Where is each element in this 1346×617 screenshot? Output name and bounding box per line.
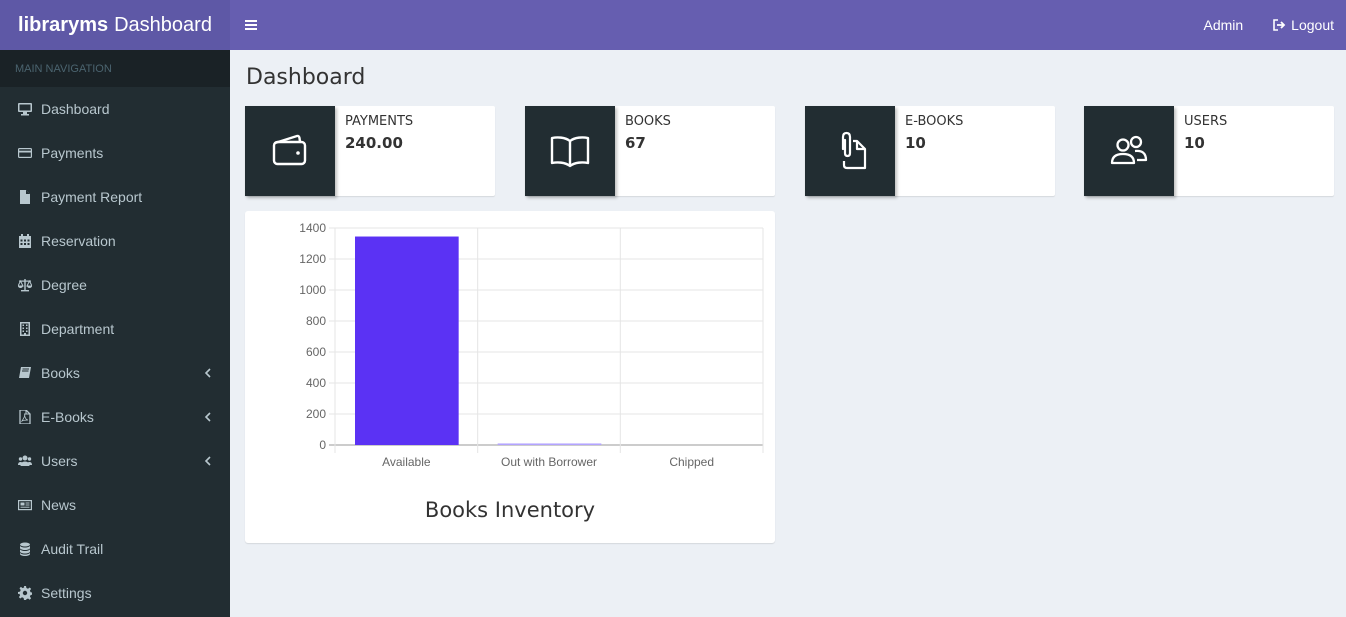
logo-text: Dashboard	[114, 13, 212, 36]
y-tick-label: 0	[319, 438, 326, 452]
info-box-label: PAYMENTS	[345, 114, 414, 129]
hamburger-icon	[245, 20, 257, 30]
info-box-label: BOOKS	[625, 114, 671, 129]
info-box-e-books: E-BOOKS 10	[805, 106, 1055, 196]
sidebar-item-payments[interactable]: Payments	[0, 131, 230, 175]
sidebar-item-payment-report[interactable]: Payment Report	[0, 175, 230, 219]
chevron-left-icon	[204, 410, 212, 424]
wallet-icon	[245, 106, 335, 196]
book-icon	[18, 366, 36, 380]
sidebar-item-reservation[interactable]: Reservation	[0, 219, 230, 263]
books-inventory-chart: 0 200 400 600 800 1000 1200 1400 Available Out wi…	[245, 211, 775, 543]
app-logo[interactable]: libraryms Dashboard	[0, 0, 230, 50]
sidebar-item-label: Books	[41, 365, 80, 381]
calendar-icon	[18, 234, 36, 248]
sign-out-icon	[1273, 19, 1286, 31]
info-box-value: 67	[625, 134, 646, 152]
sidebar-toggle-button[interactable]	[230, 0, 272, 50]
file-icon	[18, 190, 36, 204]
sidebar: MAIN NAVIGATION Dashboard Payments Payme…	[0, 50, 230, 617]
bar	[355, 236, 459, 445]
sidebar-item-label: Audit Trail	[41, 541, 104, 557]
sidebar-item-department[interactable]: Department	[0, 307, 230, 351]
sidebar-item-label: News	[41, 497, 77, 513]
desktop-icon	[18, 102, 36, 116]
info-box-value: 10	[1184, 134, 1205, 152]
y-tick-label: 200	[306, 407, 326, 421]
sidebar-item-users[interactable]: Users	[0, 439, 230, 483]
users-icon	[1084, 106, 1174, 196]
y-tick-label: 600	[306, 345, 326, 359]
balance-scale-icon	[18, 278, 36, 292]
info-box-label: USERS	[1184, 114, 1228, 129]
chevron-left-icon	[204, 454, 212, 468]
page-title: Dashboard	[246, 65, 366, 90]
sidebar-item-label: Reservation	[41, 233, 116, 249]
sidebar-item-e-books[interactable]: E-Books	[0, 395, 230, 439]
x-tick-label: Out with Borrower	[501, 455, 597, 469]
info-box-value: 240.00	[345, 134, 403, 152]
credit-card-icon	[18, 146, 36, 160]
info-box-value: 10	[905, 134, 926, 152]
sidebar-item-dashboard[interactable]: Dashboard	[0, 87, 230, 131]
y-tick-label: 1200	[299, 252, 326, 266]
chart-title: Books Inventory	[425, 498, 595, 522]
logout-link[interactable]: Logout	[1273, 17, 1334, 33]
open-book-icon	[525, 106, 615, 196]
sidebar-item-label: Users	[41, 453, 78, 469]
y-tick-label: 400	[306, 376, 326, 390]
sidebar-item-label: Payments	[41, 145, 104, 161]
sidebar-item-label: Settings	[41, 585, 92, 601]
info-box-users: USERS 10	[1084, 106, 1334, 196]
top-navbar: Admin Logout	[230, 0, 1346, 50]
paperclip-document-icon	[805, 106, 895, 196]
x-tick-label: Available	[382, 455, 431, 469]
y-tick-label: 1400	[299, 221, 326, 235]
file-pdf-icon	[18, 410, 36, 424]
users-icon	[18, 454, 36, 468]
info-box-payments: PAYMENTS 240.00	[245, 106, 495, 196]
sidebar-item-audit-trail[interactable]: Audit Trail	[0, 527, 230, 571]
y-axis-label: Total number of books	[261, 211, 287, 460]
building-icon	[18, 322, 36, 336]
y-tick-label: 1000	[299, 283, 326, 297]
sidebar-item-news[interactable]: News	[0, 483, 230, 527]
sidebar-header: MAIN NAVIGATION	[0, 50, 230, 87]
sidebar-item-books[interactable]: Books	[0, 351, 230, 395]
sidebar-item-label: Payment Report	[41, 189, 143, 205]
logout-label: Logout	[1291, 17, 1334, 33]
chevron-left-icon	[204, 366, 212, 380]
sidebar-item-label: Dashboard	[41, 101, 110, 117]
bar	[497, 443, 602, 445]
sidebar-item-label: E-Books	[41, 409, 94, 425]
newspaper-icon	[18, 498, 36, 512]
sidebar-item-degree[interactable]: Degree	[0, 263, 230, 307]
info-box-label: E-BOOKS	[905, 114, 964, 129]
gear-icon	[18, 586, 36, 600]
database-icon	[18, 542, 36, 556]
x-tick-label: Chipped	[669, 455, 714, 469]
sidebar-item-label: Department	[41, 321, 115, 337]
bar-chart: 0 200 400 600 800 1000 1200 1400 Available Out wi…	[261, 211, 764, 522]
admin-label: Admin	[1203, 17, 1244, 33]
admin-link[interactable]: Admin	[1203, 17, 1243, 33]
y-tick-label: 800	[306, 314, 326, 328]
sidebar-item-settings[interactable]: Settings	[0, 571, 230, 615]
logo-bold: libraryms	[18, 13, 109, 36]
sidebar-item-label: Degree	[41, 277, 87, 293]
info-box-books: BOOKS 67	[525, 106, 775, 196]
